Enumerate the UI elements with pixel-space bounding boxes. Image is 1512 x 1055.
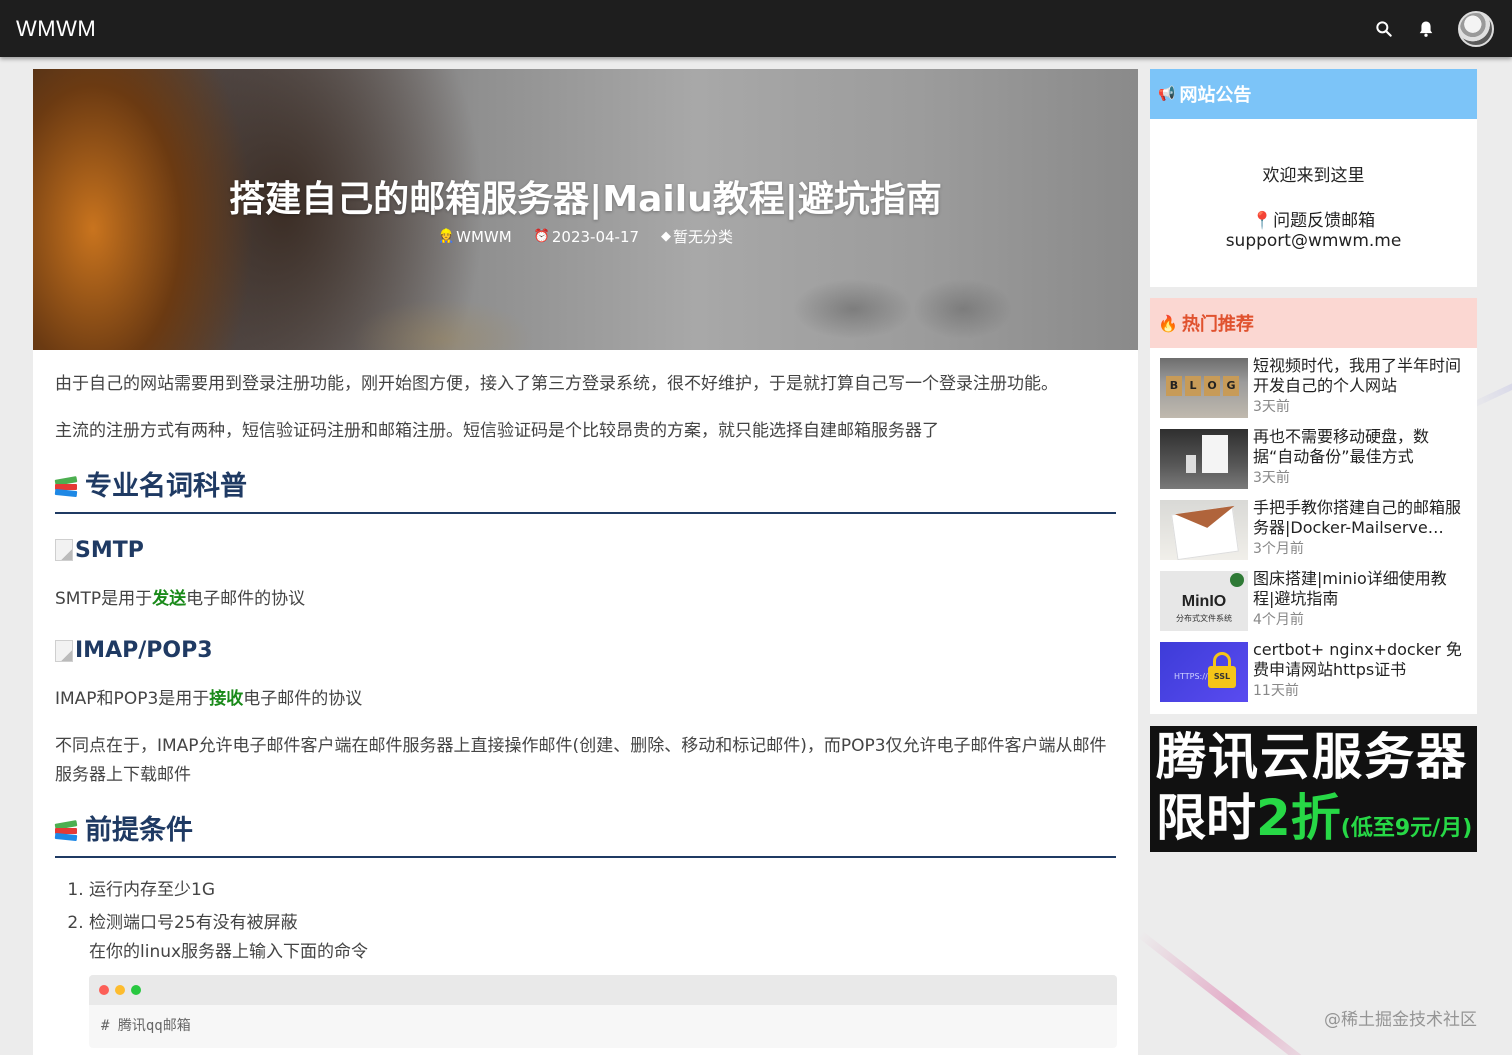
feedback-email[interactable]: support@wmwm.me [1150, 231, 1477, 251]
clock-icon: ⏰ [533, 229, 550, 244]
document-icon [55, 639, 73, 662]
article-title: 搭建自己的邮箱服务器|Mailu教程|避坑指南 [229, 179, 942, 220]
section-heading-prereq: 前提条件 [54, 808, 1116, 858]
hot-item[interactable]: HTTPS:// SSL certbot+ nginx+docker 免费申请网… [1160, 640, 1467, 711]
article-meta: 👷 WMWM ⏰ 2023-04-17 ◆ 暂无分类 [33, 226, 1138, 247]
code-line: # 腾讯qq邮箱 [101, 1017, 191, 1034]
section-heading-terms: 专业名词科普 [54, 464, 1116, 514]
hot-item-title[interactable]: 短视频时代，我用了半年时间开发自己的个人网站 [1253, 356, 1467, 396]
ad-subline: 限时2折(低至9元/月) [1156, 789, 1473, 847]
megaphone-icon: 📢 [1158, 86, 1176, 102]
hot-header: 🔥 热门推荐 [1150, 298, 1477, 348]
hot-item[interactable]: B L O G 短视频时代，我用了半年时间开发自己的个人网站 3天前 [1160, 356, 1467, 427]
maximize-dot-icon [131, 984, 141, 995]
section-heading-text: 前提条件 [85, 815, 193, 847]
article-content: 由于自己的网站需要用到登录注册功能，刚开始图方便，接入了第三方登录系统，很不好维… [33, 350, 1138, 1049]
hot-item-time: 11天前 [1253, 683, 1299, 699]
hot-item-title[interactable]: certbot+ nginx+docker 免费申请网站https证书 [1253, 640, 1467, 680]
site-notice-card: 📢 网站公告 欢迎来到这里 📍问题反馈邮箱 support@wmwm.me [1150, 69, 1477, 287]
site-brand[interactable]: WMWM [16, 16, 96, 42]
subheading-smtp: SMTP [55, 532, 1116, 569]
ad-banner[interactable]: 腾讯云服务器 限时2折(低至9元/月) [1150, 726, 1477, 852]
section-heading-text: 专业名词科普 [85, 470, 247, 502]
navbar-actions [1374, 10, 1494, 47]
highlight-receive: 接收 [209, 689, 244, 710]
hot-item[interactable]: 手把手教你搭建自己的邮箱服务器|Docker-Mailserve… 3个月前 [1160, 498, 1467, 569]
subheading-text: SMTP [75, 537, 144, 563]
notice-body: 欢迎来到这里 📍问题反馈邮箱 support@wmwm.me [1150, 161, 1477, 251]
thumbnail-minio: MinIO 分布式文件系统 [1160, 571, 1248, 631]
notice-title: 网站公告 [1179, 85, 1252, 106]
list-item: 检测端口号25有没有被屏蔽 在你的linux服务器上输入下面的命令 [89, 909, 1116, 967]
hot-title: 热门推荐 [1181, 314, 1254, 335]
minimize-dot-icon [115, 984, 125, 995]
hot-item-title[interactable]: 图床搭建|minio详细使用教程|避坑指南 [1253, 569, 1467, 609]
category-name[interactable]: 暂无分类 [673, 226, 733, 247]
fire-icon: 🔥 [1158, 313, 1178, 333]
hot-item-time: 3天前 [1253, 399, 1290, 415]
books-icon [54, 820, 78, 842]
list-item-sub: 在你的linux服务器上输入下面的命令 [89, 941, 369, 962]
list-item: 运行内存至少1G [89, 876, 1116, 905]
ad-headline: 腾讯云服务器 [1156, 728, 1468, 786]
meta-date: ⏰ 2023-04-17 [534, 226, 639, 247]
thumbnail-mail [1160, 500, 1248, 560]
difference-paragraph: 不同点在于，IMAP允许电子邮件客户端在邮件服务器上直接操作邮件(创建、删除、移… [55, 736, 1107, 786]
background-decoration [1137, 930, 1332, 1055]
welcome-text: 欢迎来到这里 [1262, 166, 1365, 186]
close-dot-icon [99, 984, 109, 995]
intro-paragraph-1: 由于自己的网站需要用到登录注册功能，刚开始图方便，接入了第三方登录系统，很不好维… [55, 374, 1058, 394]
top-navbar: WMWM [0, 0, 1512, 57]
hot-item-time: 3天前 [1253, 470, 1290, 486]
thumbnail-ssl: HTTPS:// SSL [1160, 642, 1248, 702]
hot-item-time: 4个月前 [1253, 612, 1304, 628]
author-name: WMWM [456, 227, 512, 246]
notice-header: 📢 网站公告 [1150, 69, 1477, 119]
subheading-text: IMAP/POP3 [75, 637, 213, 663]
prereq-list: 运行内存至少1G 检测端口号25有没有被屏蔽 在你的linux服务器上输入下面的… [67, 876, 1116, 967]
publish-date: 2023-04-17 [551, 227, 640, 246]
books-icon [54, 475, 78, 498]
pushpin-icon: 📍 [1251, 211, 1274, 231]
author-icon: 👷 [437, 229, 455, 244]
hot-item-title[interactable]: 再也不需要移动硬盘，数据“自动备份”最佳方式 [1253, 427, 1467, 467]
smtp-paragraph: SMTP是用于发送电子邮件的协议 [55, 589, 306, 610]
hot-recommend-card: 🔥 热门推荐 B L O G 短视频时代，我用了半年时间开发自己的个人网站 3天… [1150, 298, 1477, 714]
highlight-send: 发送 [152, 589, 187, 610]
subheading-imap: IMAP/POP3 [55, 632, 1116, 669]
feedback-label: 📍问题反馈邮箱 [1251, 211, 1376, 231]
code-block[interactable]: # 腾讯qq邮箱 [89, 974, 1117, 1049]
hot-item[interactable]: 再也不需要移动硬盘，数据“自动备份”最佳方式 3天前 [1160, 427, 1467, 498]
hot-item-time: 3个月前 [1253, 541, 1304, 557]
meta-author: 👷 WMWM [438, 226, 512, 247]
intro-paragraph-2: 主流的注册方式有两种，短信验证码注册和邮箱注册。短信验证码是个比较昂贵的方案，就… [55, 420, 939, 441]
tag-icon: ◆ [661, 229, 672, 244]
search-icon[interactable] [1374, 19, 1394, 39]
code-window-bar [89, 974, 1117, 1005]
hot-item-title[interactable]: 手把手教你搭建自己的邮箱服务器|Docker-Mailserve… [1253, 498, 1467, 538]
document-icon [55, 539, 73, 562]
lock-icon: SSL [1208, 666, 1236, 688]
imap-paragraph: IMAP和POP3是用于接收电子邮件的协议 [55, 689, 363, 710]
thumbnail-backup [1160, 429, 1248, 489]
hot-item[interactable]: MinIO 分布式文件系统 图床搭建|minio详细使用教程|避坑指南 4个月前 [1160, 569, 1467, 640]
thumbnail-blog: B L O G [1160, 358, 1248, 418]
user-avatar[interactable] [1458, 10, 1494, 47]
bell-icon[interactable] [1416, 19, 1436, 39]
meta-category: ◆ 暂无分类 [661, 226, 733, 247]
article-card: 搭建自己的邮箱服务器|Mailu教程|避坑指南 👷 WMWM ⏰ 2023-04… [33, 69, 1138, 1055]
article-hero: 搭建自己的邮箱服务器|Mailu教程|避坑指南 👷 WMWM ⏰ 2023-04… [33, 69, 1138, 350]
watermark: @稀土掘金技术社区 [1324, 1010, 1477, 1030]
hot-list: B L O G 短视频时代，我用了半年时间开发自己的个人网站 3天前 再也不需要… [1150, 348, 1477, 711]
